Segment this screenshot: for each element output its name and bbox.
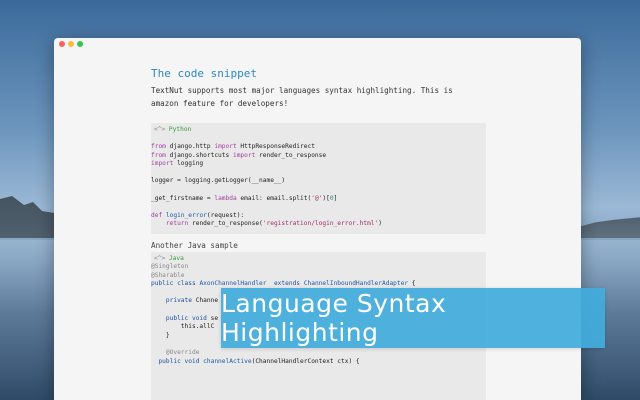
python-code-block[interactable]: <^> Python from django.http import HttpR… bbox=[151, 123, 486, 234]
code-line: @Singleton bbox=[151, 263, 189, 270]
code-line: logger = logging.getLogger(__name__) bbox=[151, 177, 286, 185]
code-line: @Override bbox=[151, 348, 200, 356]
banner-text: Language Syntax Highlighting bbox=[221, 289, 447, 347]
code-lines: from django.http import HttpResponseRedi… bbox=[151, 143, 382, 229]
background-shore-right bbox=[576, 217, 640, 238]
minimize-window-button[interactable] bbox=[68, 41, 74, 47]
background-shore-left bbox=[0, 196, 60, 238]
code-line: return render_to_response('registration/… bbox=[165, 220, 382, 228]
code-line: @Sharable bbox=[151, 271, 185, 279]
code-line: import logging bbox=[151, 160, 204, 168]
title-bar bbox=[54, 38, 581, 52]
zoom-window-button[interactable] bbox=[77, 41, 83, 47]
section-label: Another Java sample bbox=[151, 241, 238, 250]
close-window-button[interactable] bbox=[59, 41, 65, 47]
code-line: from django.http import HttpResponseRedi… bbox=[151, 143, 315, 150]
language-label: Python bbox=[168, 126, 192, 133]
feature-banner: Language Syntax Highlighting bbox=[221, 288, 605, 348]
code-line: def login_error(request): bbox=[151, 211, 245, 219]
language-tag: <^> Python bbox=[154, 126, 191, 133]
code-icon: <^> bbox=[154, 255, 166, 262]
code-icon: <^> bbox=[154, 126, 166, 133]
language-label: Java bbox=[168, 255, 184, 262]
intro-paragraph: TextNut supports most major languages sy… bbox=[151, 86, 453, 108]
section-heading: The code snippet bbox=[151, 67, 257, 80]
code-line: _get_firstname = lambda email: email.spl… bbox=[151, 194, 338, 202]
code-line: from django.shortcuts import render_to_r… bbox=[151, 151, 327, 159]
code-line: public void channelActive(ChannelHandler… bbox=[151, 357, 360, 365]
language-tag: <^> Java bbox=[154, 255, 184, 262]
